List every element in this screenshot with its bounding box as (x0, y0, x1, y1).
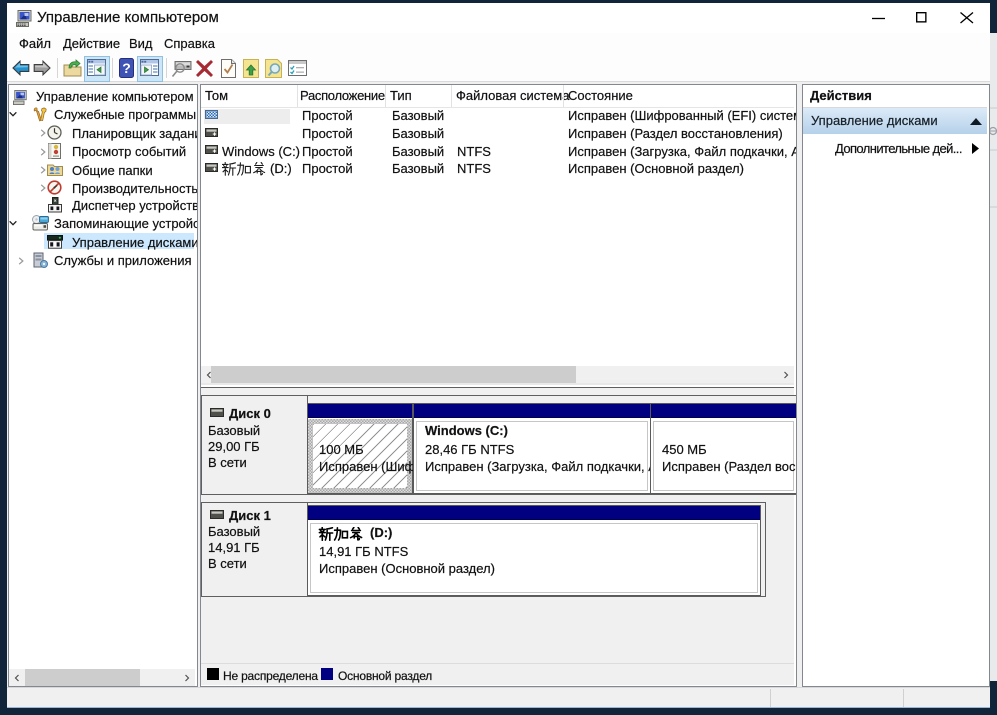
svg-text:?: ? (122, 60, 131, 76)
